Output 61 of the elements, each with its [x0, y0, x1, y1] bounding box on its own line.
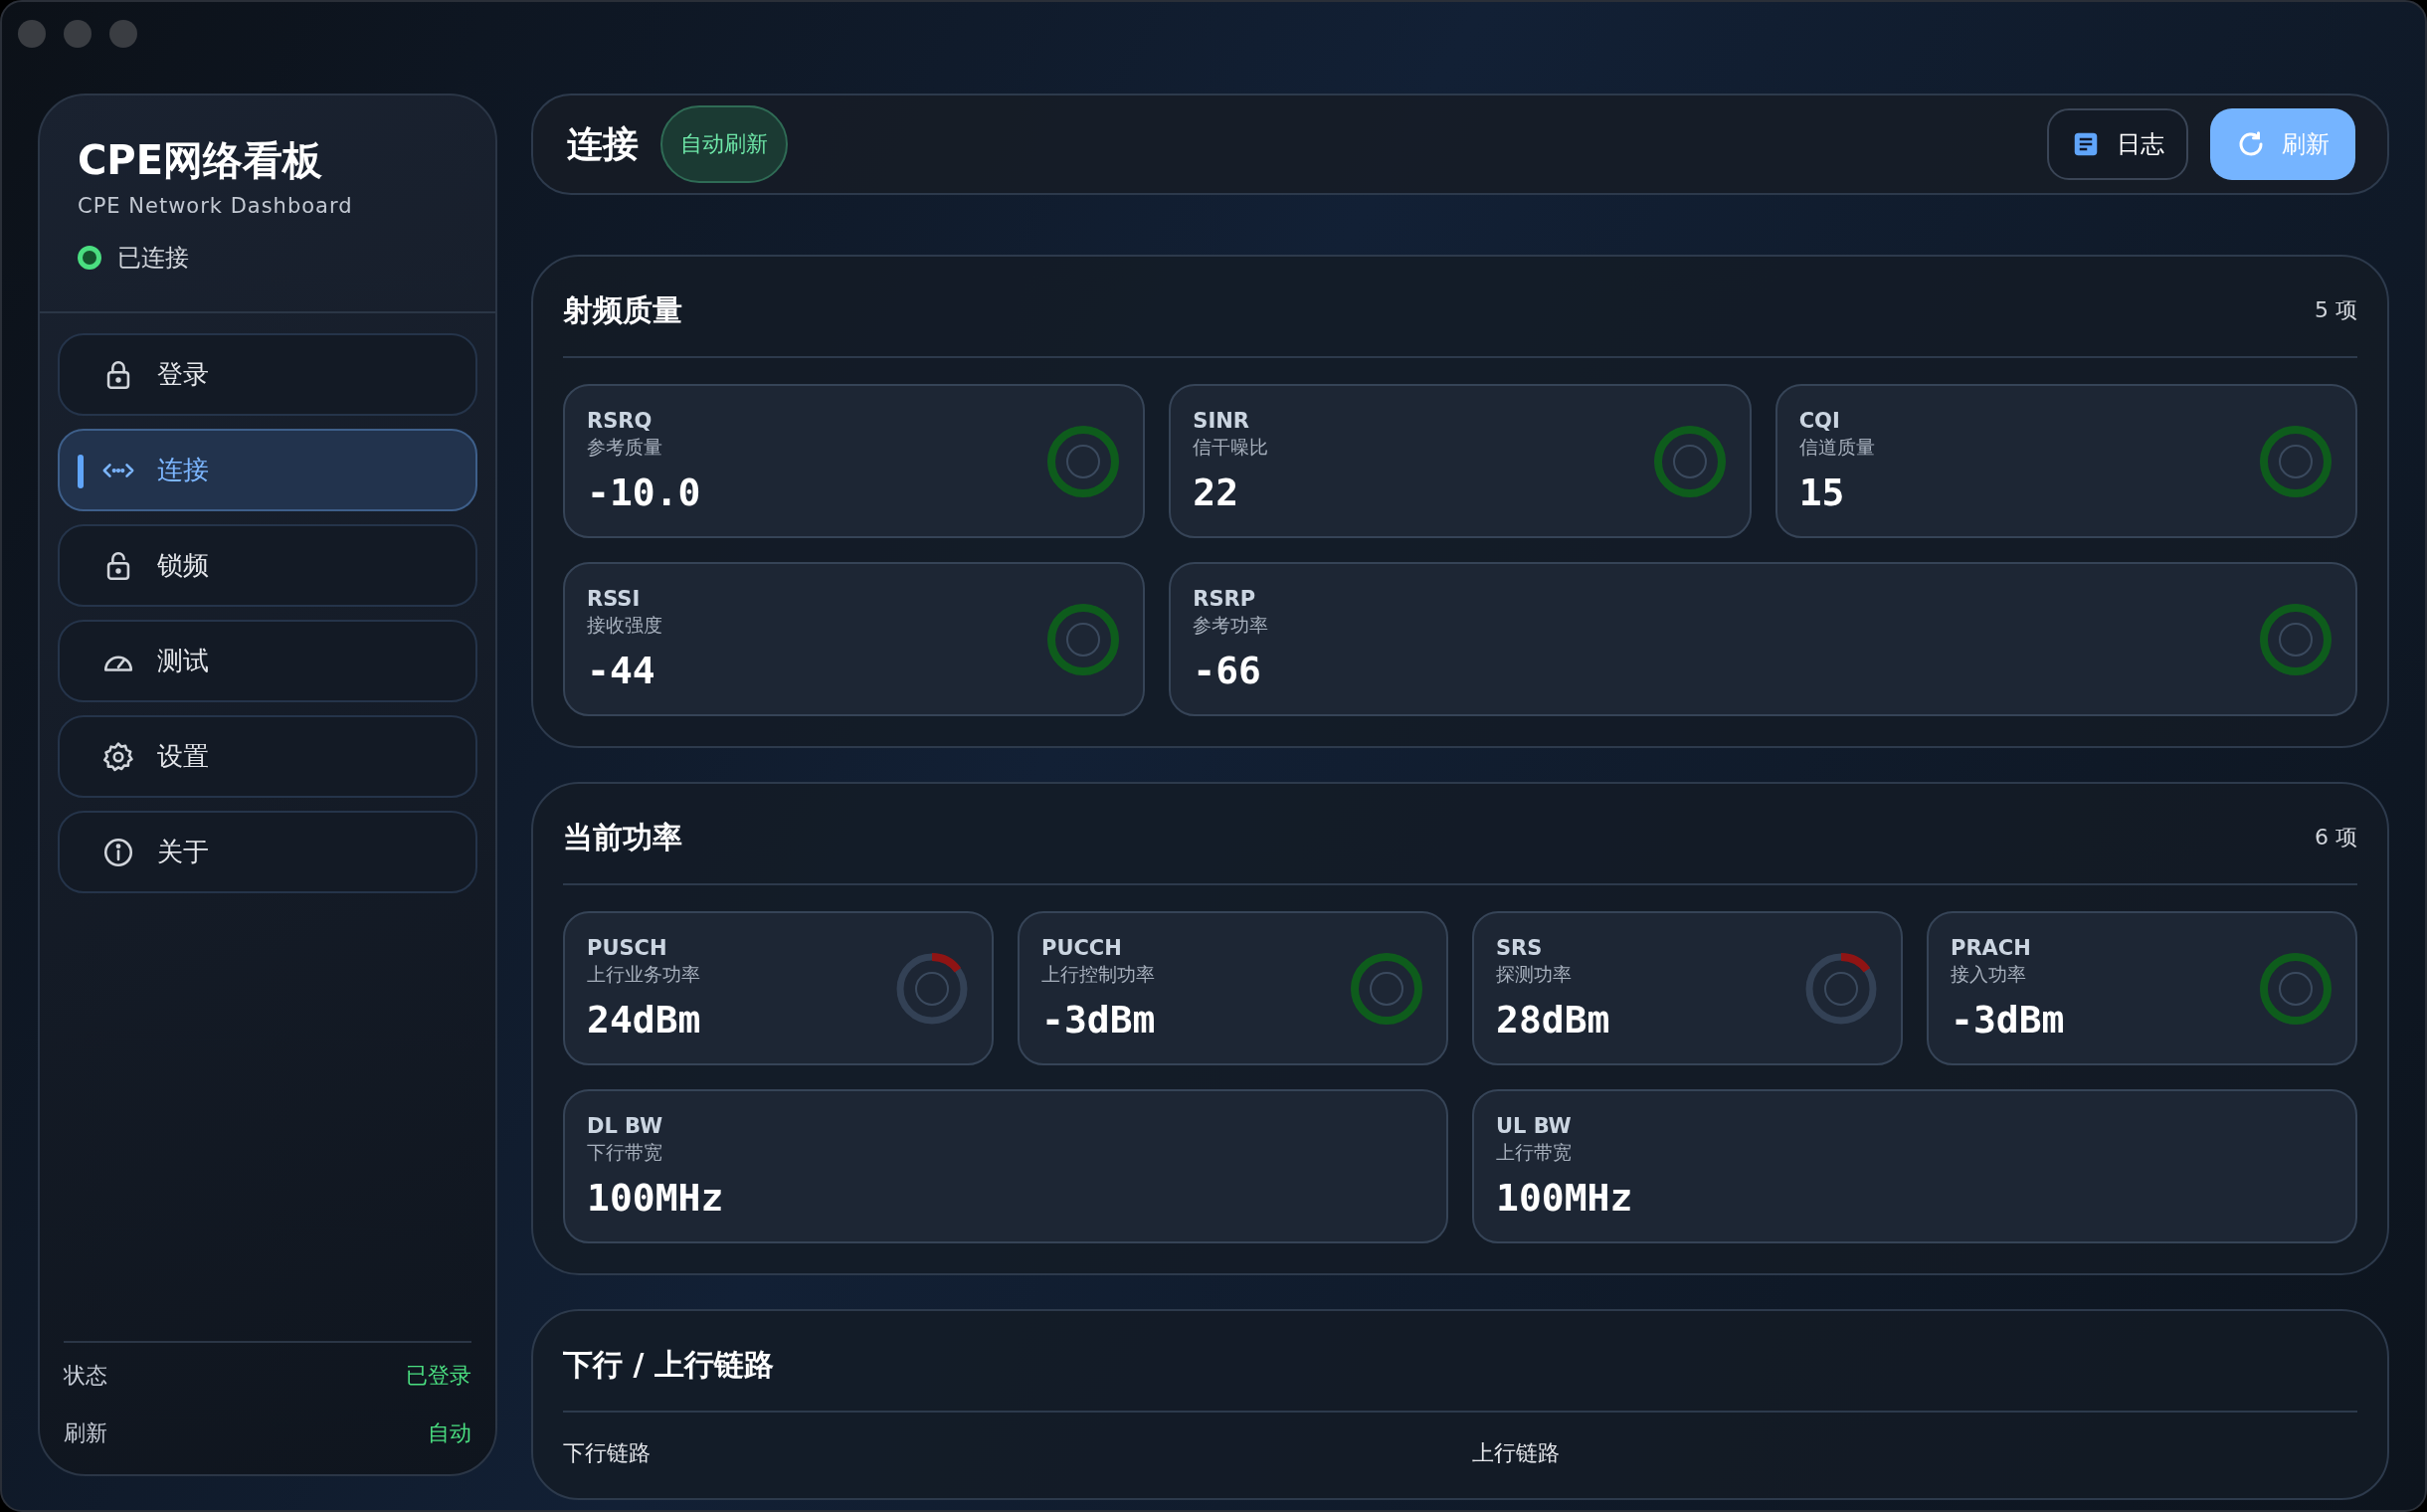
nav-item[interactable]: 测试 [58, 620, 477, 702]
window-control[interactable] [64, 20, 92, 48]
metric-description: 接收强度 [587, 612, 662, 638]
settings-icon [101, 739, 135, 774]
metric-value: -10.0 [587, 470, 701, 514]
app-subtitle: CPE Network Dashboard [78, 194, 354, 218]
metric-value: -66 [1193, 648, 1262, 692]
column-heading: 下行链路 [563, 1439, 652, 1467]
metric-name: RSSI [587, 586, 642, 611]
metric-description: 信道质量 [1798, 434, 1875, 460]
metric-name: SINR [1193, 408, 1250, 433]
nav-item[interactable]: 登录 [58, 333, 477, 416]
connection-status: 已连接 [117, 243, 189, 274]
metric-value: 15 [1798, 470, 1846, 514]
metric-value: 24dBm [587, 997, 701, 1041]
metric-value: -44 [587, 648, 656, 692]
footer-value: 已登录 [406, 1362, 471, 1390]
nav-item[interactable]: 连接 [58, 429, 477, 511]
metric-description: 参考质量 [587, 434, 663, 460]
nav-item[interactable]: 关于 [58, 811, 477, 893]
metric-description: 上行控制功率 [1041, 961, 1156, 987]
metric-name: CQI [1798, 408, 1841, 433]
metric-name: DL BW [587, 1113, 664, 1138]
metric-name: PUSCH [587, 935, 668, 960]
auto-refresh-badge: 自动刷新 [660, 105, 788, 183]
metric-description: 参考功率 [1193, 612, 1269, 638]
metric-name: PUCCH [1041, 935, 1123, 960]
metric-description: 下行带宽 [587, 1139, 663, 1165]
metric-name: PRACH [1951, 935, 2032, 960]
metric-value: 100MHz [587, 1175, 724, 1220]
item-count: 5 项 [2315, 296, 2357, 324]
metric-description: 上行业务功率 [587, 961, 701, 987]
metric-name: RSRQ [587, 408, 653, 433]
footer-label: 状态 [64, 1362, 107, 1390]
metric-name: UL BW [1496, 1113, 1573, 1138]
log-button[interactable]: 日志 [2047, 108, 2188, 180]
footer-value: 自动 [428, 1419, 471, 1447]
metric-value: 28dBm [1496, 997, 1610, 1041]
active-indicator [78, 455, 84, 488]
metric-description: 信干噪比 [1193, 434, 1269, 460]
metric-value: -3dBm [1041, 997, 1156, 1041]
metric-value: 22 [1193, 470, 1240, 514]
metric-name: SRS [1496, 935, 1544, 960]
metric-name: RSRP [1193, 586, 1257, 611]
metric-value: -3dBm [1951, 997, 2065, 1041]
metric-description: 接入功率 [1951, 961, 2027, 987]
footer-label: 刷新 [64, 1419, 107, 1447]
nav-item[interactable]: 设置 [58, 715, 477, 798]
page-title: 连接 [567, 121, 639, 166]
window-control[interactable] [18, 20, 46, 48]
metric-description: 上行带宽 [1496, 1139, 1573, 1165]
section-title: 射频质量 [563, 290, 682, 329]
section-title: 当前功率 [563, 818, 682, 856]
column-heading: 上行链路 [1472, 1439, 1561, 1467]
nav-item[interactable]: 锁频 [58, 524, 477, 607]
item-count: 6 项 [2315, 824, 2357, 851]
app-title: CPE网络看板 [78, 136, 323, 185]
metric-value: 100MHz [1496, 1175, 1633, 1220]
window-control[interactable] [109, 20, 137, 48]
metric-description: 探测功率 [1496, 961, 1573, 987]
section-title: 下行 / 上行链路 [563, 1345, 774, 1384]
